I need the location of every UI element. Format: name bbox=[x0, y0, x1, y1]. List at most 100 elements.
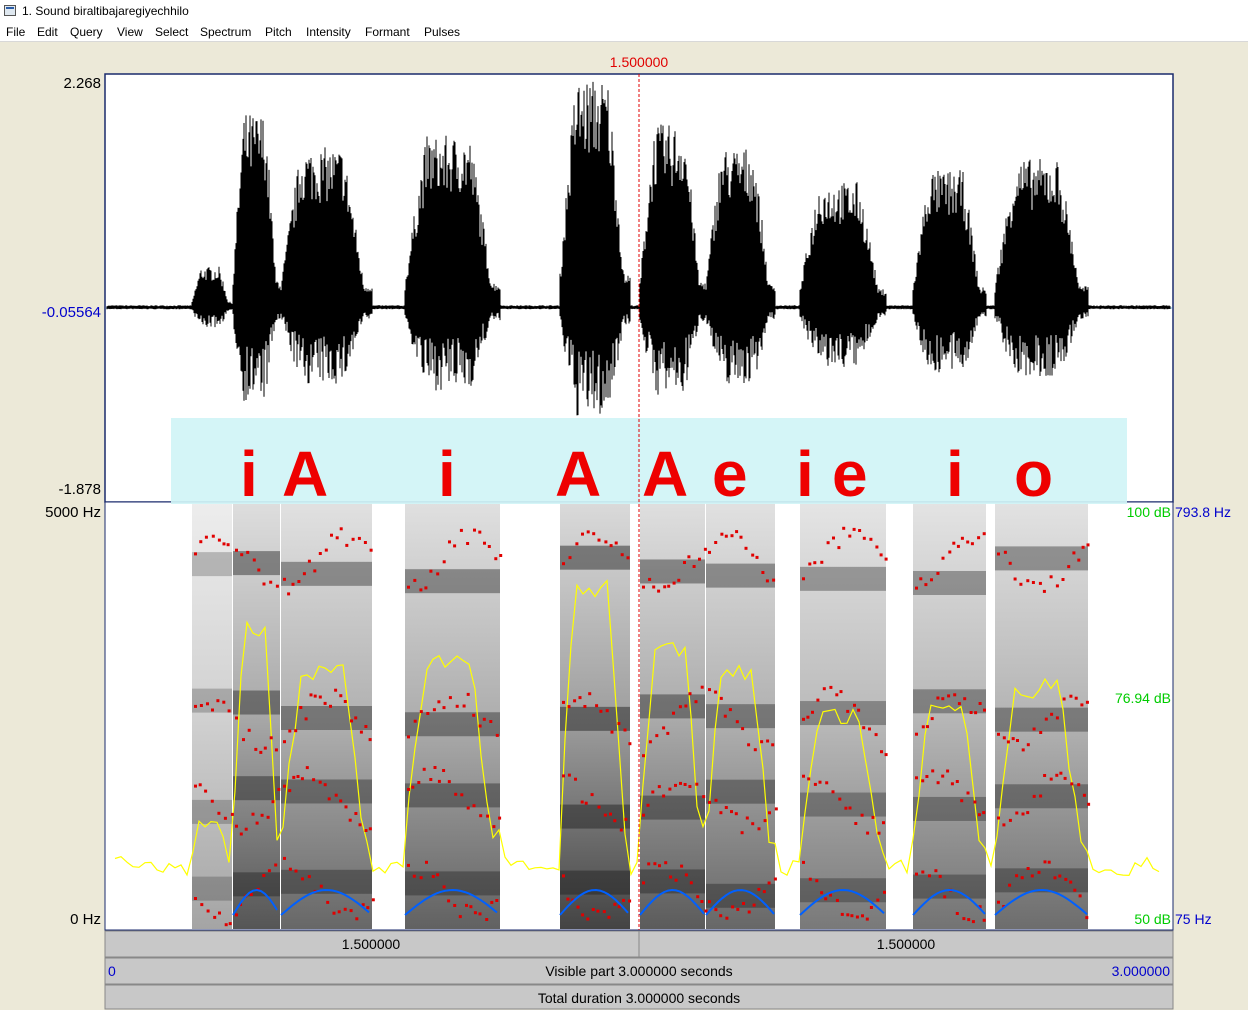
formant-dot bbox=[262, 582, 266, 586]
formant-dot bbox=[931, 769, 935, 773]
formant-dot bbox=[648, 740, 652, 744]
formant-dot bbox=[1002, 736, 1006, 740]
formant-dot bbox=[741, 727, 745, 731]
formant-dot bbox=[240, 553, 244, 557]
intensity-top-label: 100 dB bbox=[1127, 504, 1171, 520]
formant-dot bbox=[339, 527, 343, 531]
formant-dot bbox=[974, 711, 978, 715]
formant-dot bbox=[1020, 876, 1024, 880]
formant-dot bbox=[567, 705, 571, 709]
formant-dot bbox=[277, 787, 281, 791]
formant-dot bbox=[1026, 811, 1030, 815]
formant-dot bbox=[1006, 740, 1010, 744]
formant-dot bbox=[642, 754, 645, 758]
formant-dot bbox=[294, 729, 298, 733]
menu-view[interactable]: View bbox=[117, 25, 143, 39]
menu-pulses[interactable]: Pulses bbox=[424, 25, 460, 39]
menu-pitch[interactable]: Pitch bbox=[265, 25, 292, 39]
formant-dot bbox=[677, 578, 681, 582]
formant-dot bbox=[211, 534, 215, 538]
vowel-label: A bbox=[282, 438, 328, 510]
formant-dot bbox=[1003, 550, 1007, 554]
formant-band bbox=[233, 551, 280, 576]
formant-dot bbox=[736, 907, 740, 911]
formant-dot bbox=[757, 887, 761, 891]
formant-dot bbox=[412, 874, 416, 878]
formant-dot bbox=[642, 813, 645, 817]
menu-file[interactable]: File bbox=[6, 25, 25, 39]
formant-dot bbox=[648, 577, 652, 581]
formant-dot bbox=[826, 541, 830, 545]
formant-dot bbox=[925, 775, 929, 778]
formant-dot bbox=[874, 733, 878, 737]
formant-dot bbox=[609, 812, 612, 816]
formant-band bbox=[233, 776, 280, 801]
vowel-label: o bbox=[1014, 438, 1053, 510]
formant-dot bbox=[235, 548, 238, 552]
segment-right-time: 1.500000 bbox=[877, 936, 936, 952]
formant-dot bbox=[605, 709, 609, 713]
formant-dot bbox=[955, 912, 959, 915]
formant-dot bbox=[842, 526, 846, 530]
formant-dot bbox=[930, 578, 933, 582]
formant-dot bbox=[941, 556, 945, 560]
menu-spectrum[interactable]: Spectrum bbox=[200, 25, 251, 39]
formant-dot bbox=[339, 799, 343, 803]
formant-dot bbox=[983, 708, 986, 712]
formant-dot bbox=[704, 909, 708, 913]
formant-dot bbox=[596, 909, 600, 913]
formant-dot bbox=[653, 862, 657, 866]
formant-dot bbox=[688, 785, 692, 788]
formant-dot bbox=[970, 542, 974, 546]
formant-dot bbox=[442, 769, 446, 772]
formant-dot bbox=[332, 911, 336, 915]
formant-dot bbox=[462, 704, 466, 708]
menu-edit[interactable]: Edit bbox=[37, 25, 58, 39]
formant-dot bbox=[622, 898, 625, 902]
formant-dot bbox=[802, 717, 805, 721]
formant-dot bbox=[292, 775, 296, 779]
formant-dot bbox=[252, 558, 256, 562]
formant-dot bbox=[626, 556, 630, 560]
formant-dot bbox=[655, 734, 659, 738]
formant-dot bbox=[429, 569, 433, 573]
formant-dot bbox=[424, 586, 428, 590]
formant-dot bbox=[407, 863, 410, 867]
formant-dot bbox=[216, 699, 220, 703]
menu-select[interactable]: Select bbox=[155, 25, 188, 39]
sound-editor-canvas[interactable]: iAiAAeieio 1.500000 2.268 -0.05564 -1.87… bbox=[0, 42, 1248, 1010]
formant-dot bbox=[960, 536, 964, 540]
window-icon bbox=[4, 5, 16, 16]
formant-dot bbox=[592, 532, 596, 536]
formant-dot bbox=[723, 714, 727, 718]
formant-dot bbox=[351, 537, 355, 541]
formant-band bbox=[800, 566, 886, 591]
formant-dot bbox=[453, 904, 457, 907]
formant-dot bbox=[1011, 737, 1015, 741]
cursor-time: 1.500000 bbox=[610, 54, 669, 70]
formant-dot bbox=[813, 782, 817, 786]
formant-dot bbox=[469, 905, 473, 909]
menu-query[interactable]: Query bbox=[70, 25, 103, 39]
formant-dot bbox=[368, 827, 372, 831]
formant-dot bbox=[448, 540, 451, 544]
menu-formant[interactable]: Formant bbox=[365, 25, 410, 39]
formant-dot bbox=[1064, 877, 1068, 881]
formant-dot bbox=[806, 715, 810, 719]
formant-dot bbox=[692, 565, 696, 568]
formant-dot bbox=[720, 532, 724, 536]
spectrogram-block bbox=[913, 503, 986, 929]
formant-dot bbox=[879, 553, 883, 557]
formant-dot bbox=[366, 906, 370, 910]
formant-dot bbox=[1015, 874, 1019, 878]
visible-end-time: 3.000000 bbox=[1112, 963, 1171, 979]
menu-intensity[interactable]: Intensity bbox=[306, 25, 351, 39]
formant-dot bbox=[760, 740, 764, 744]
formant-dot bbox=[442, 706, 446, 710]
formant-band bbox=[913, 874, 986, 899]
formant-dot bbox=[946, 769, 950, 773]
formant-dot bbox=[327, 797, 331, 801]
formant-dot bbox=[472, 713, 476, 717]
formant-dot bbox=[684, 704, 688, 708]
formant-dot bbox=[620, 553, 624, 557]
